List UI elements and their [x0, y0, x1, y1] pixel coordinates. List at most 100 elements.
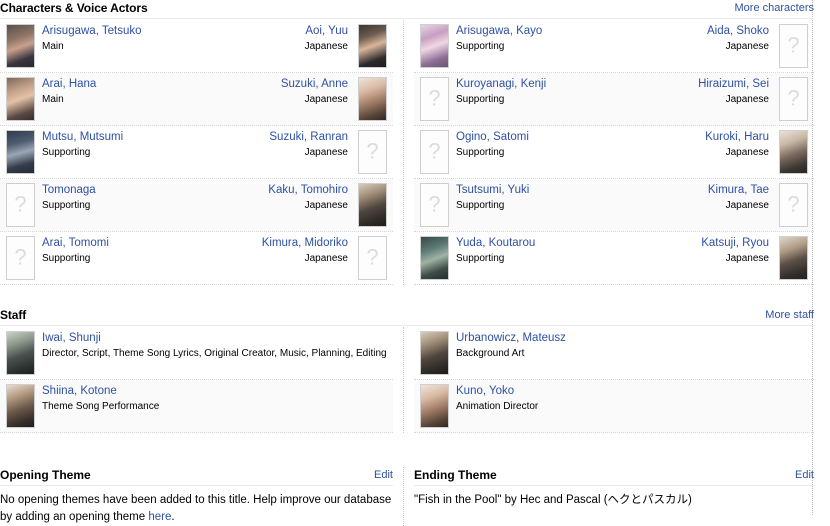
character-cell: Arai, Tomomi Supporting [0, 232, 262, 284]
opening-theme-header: Opening Theme Edit [0, 467, 393, 486]
character-meta: Arisugawa, Tetsuko Main [35, 24, 305, 54]
character-name-link[interactable]: Ogino, Satomi [456, 130, 705, 145]
character-thumbnail[interactable] [420, 77, 449, 121]
voice-actor-name-link[interactable]: Katsuji, Ryou [701, 236, 769, 251]
character-role: Supporting [456, 253, 505, 264]
character-name-link[interactable]: Arisugawa, Tetsuko [42, 24, 305, 39]
character-meta: Tomonaga Supporting [35, 183, 268, 213]
thumbnail-image [7, 131, 34, 173]
voice-actor-cell: Suzuki, Anne Japanese [281, 73, 393, 125]
staff-thumbnail[interactable] [420, 331, 449, 375]
characters-left-list: Arisugawa, Tetsuko Main Aoi, Yuu Japanese Ar… [0, 20, 393, 285]
voice-actor-meta: Aoi, Yuu Japanese [305, 24, 354, 54]
voice-actor-meta: Kaku, Tomohiro Japanese [268, 183, 354, 213]
staff-thumbnail[interactable] [6, 331, 35, 375]
voice-actor-cell: Hiraizumi, Sei Japanese [698, 73, 814, 125]
thumbnail-image [780, 131, 807, 173]
voice-actor-name-link[interactable]: Aida, Shoko [707, 24, 769, 39]
staff-name-link[interactable]: Urbanowicz, Mateusz [456, 331, 814, 346]
character-row: Arisugawa, Kayo Supporting Aida, Shoko Japa… [414, 20, 814, 73]
character-cell: Arisugawa, Tetsuko Main [0, 20, 305, 72]
voice-actor-name-link[interactable]: Kimura, Midoriko [262, 236, 348, 251]
character-name-link[interactable]: Tsutsumi, Yuki [456, 183, 708, 198]
ending-theme-title: Ending Theme [414, 468, 497, 482]
voice-actor-meta: Kuroki, Haru Japanese [705, 130, 775, 160]
character-role: Main [42, 94, 64, 105]
add-opening-theme-link[interactable]: here [148, 511, 171, 523]
voice-actor-thumbnail[interactable] [779, 77, 808, 121]
voice-actor-name-link[interactable]: Kuroki, Haru [705, 130, 769, 145]
character-thumbnail[interactable] [420, 183, 449, 227]
character-name-link[interactable]: Arai, Tomomi [42, 236, 262, 251]
voice-actor-thumbnail[interactable] [779, 130, 808, 174]
voice-actor-thumbnail[interactable] [358, 183, 387, 227]
voice-actor-name-link[interactable]: Kimura, Tae [708, 183, 769, 198]
voice-actor-name-link[interactable]: Hiraizumi, Sei [698, 77, 769, 92]
voice-actor-cell: Aida, Shoko Japanese [707, 20, 814, 72]
character-row: Mutsu, Mutsumi Supporting Suzuki, Ranran Ja… [0, 126, 393, 179]
voice-actor-cell: Kaku, Tomohiro Japanese [268, 179, 393, 231]
more-staff-link[interactable]: More staff [765, 309, 814, 321]
character-row: Arisugawa, Tetsuko Main Aoi, Yuu Japanese [0, 20, 393, 73]
character-thumbnail[interactable] [420, 130, 449, 174]
voice-actor-name-link[interactable]: Suzuki, Ranran [269, 130, 348, 145]
staff-meta: Urbanowicz, Mateusz Background Art [449, 331, 814, 361]
character-name-link[interactable]: Arai, Hana [42, 77, 281, 92]
characters-columns: Arisugawa, Tetsuko Main Aoi, Yuu Japanese Ar… [0, 20, 814, 285]
thumbnail-image [421, 332, 448, 374]
opening-theme-body: No opening themes have been added to thi… [0, 492, 393, 526]
character-thumbnail[interactable] [420, 236, 449, 280]
character-meta: Ogino, Satomi Supporting [449, 130, 705, 160]
staff-thumbnail[interactable] [420, 384, 449, 428]
character-name-link[interactable]: Tomonaga [42, 183, 268, 198]
staff-roles: Animation Director [456, 401, 539, 412]
staff-name-link[interactable]: Iwai, Shunji [42, 331, 393, 346]
character-thumbnail[interactable] [420, 24, 449, 68]
ending-theme-edit-link[interactable]: Edit [795, 469, 814, 481]
character-name-link[interactable]: Kuroyanagi, Kenji [456, 77, 698, 92]
character-thumbnail[interactable] [6, 24, 35, 68]
character-name-link[interactable]: Mutsu, Mutsumi [42, 130, 269, 145]
staff-columns: Iwai, Shunji Director, Script, Theme Song… [0, 327, 814, 433]
characters-right-list: Arisugawa, Kayo Supporting Aida, Shoko Japa… [414, 20, 814, 285]
voice-actor-meta: Suzuki, Ranran Japanese [269, 130, 354, 160]
character-thumbnail[interactable] [6, 183, 35, 227]
voice-actor-thumbnail[interactable] [779, 183, 808, 227]
voice-actor-name-link[interactable]: Kaku, Tomohiro [268, 183, 348, 198]
staff-roles: Theme Song Performance [42, 401, 160, 412]
character-thumbnail[interactable] [6, 130, 35, 174]
character-role: Supporting [42, 200, 91, 211]
voice-actor-thumbnail[interactable] [779, 24, 808, 68]
opening-theme-column: Opening Theme Edit No opening themes hav… [0, 467, 403, 526]
voice-actor-name-link[interactable]: Suzuki, Anne [281, 77, 348, 92]
opening-theme-title: Opening Theme [0, 468, 91, 482]
voice-actor-language: Japanese [304, 200, 348, 211]
voice-actor-cell: Kimura, Midoriko Japanese [262, 232, 393, 284]
themes-columns: Opening Theme Edit No opening themes hav… [0, 467, 814, 526]
voice-actor-thumbnail[interactable] [779, 236, 808, 280]
voice-actor-language: Japanese [725, 253, 769, 264]
voice-actor-thumbnail[interactable] [358, 236, 387, 280]
staff-name-link[interactable]: Kuno, Yoko [456, 384, 814, 399]
character-row: Tsutsumi, Yuki Supporting Kimura, Tae Japan… [414, 179, 814, 232]
staff-meta: Shiina, Kotone Theme Song Performance [35, 384, 393, 414]
voice-actor-meta: Kimura, Tae Japanese [708, 183, 775, 213]
voice-actor-language: Japanese [725, 41, 769, 52]
voice-actor-thumbnail[interactable] [358, 24, 387, 68]
character-thumbnail[interactable] [6, 236, 35, 280]
character-name-link[interactable]: Arisugawa, Kayo [456, 24, 707, 39]
staff-thumbnail[interactable] [6, 384, 35, 428]
character-meta: Kuroyanagi, Kenji Supporting [449, 77, 698, 107]
voice-actor-name-link[interactable]: Aoi, Yuu [305, 24, 348, 39]
character-meta: Arisugawa, Kayo Supporting [449, 24, 707, 54]
voice-actor-language: Japanese [725, 200, 769, 211]
more-characters-link[interactable]: More characters [735, 2, 814, 14]
voice-actor-thumbnail[interactable] [358, 130, 387, 174]
voice-actor-cell: Kimura, Tae Japanese [708, 179, 814, 231]
character-thumbnail[interactable] [6, 77, 35, 121]
opening-theme-edit-link[interactable]: Edit [374, 469, 393, 481]
character-name-link[interactable]: Yuda, Koutarou [456, 236, 701, 251]
voice-actor-thumbnail[interactable] [358, 77, 387, 121]
staff-name-link[interactable]: Shiina, Kotone [42, 384, 393, 399]
staff-row: Iwai, Shunji Director, Script, Theme Song… [0, 327, 393, 380]
